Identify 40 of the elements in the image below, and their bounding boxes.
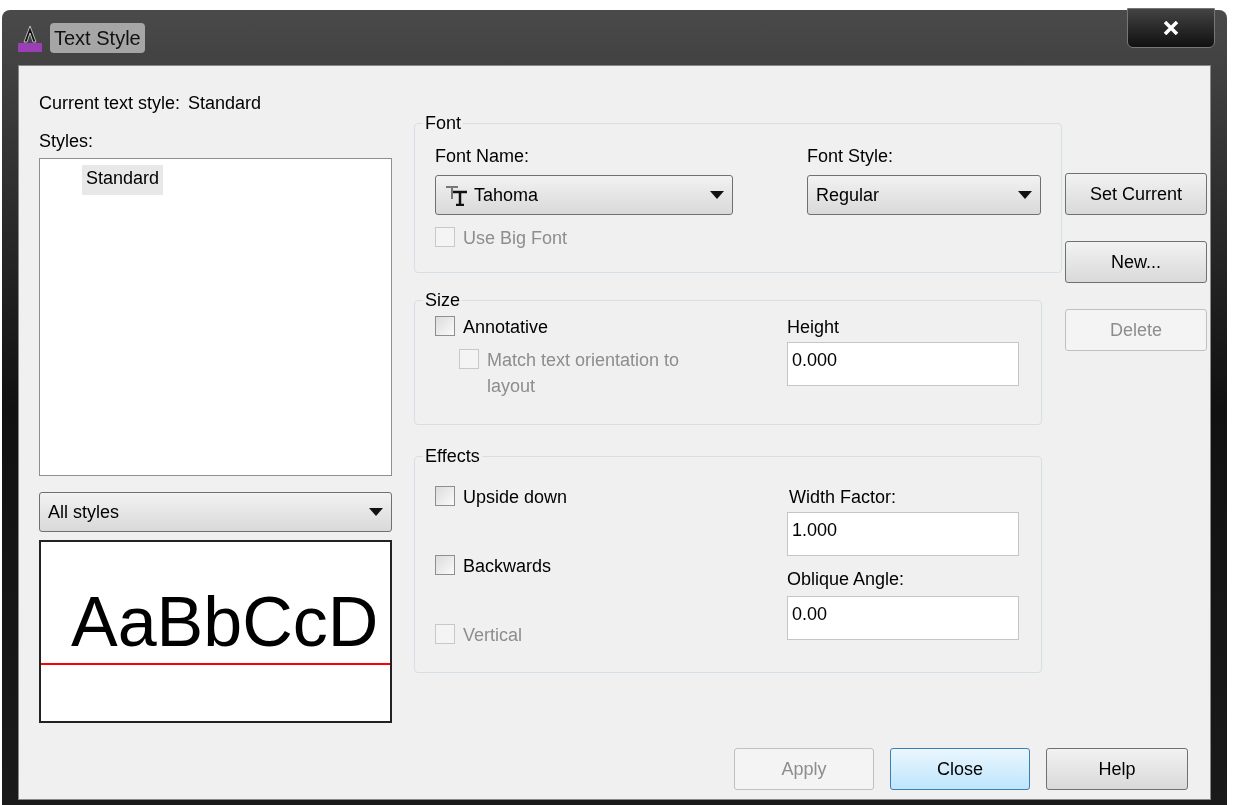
checkbox[interactable] (435, 555, 455, 575)
close-button[interactable] (1127, 8, 1215, 48)
field-label: Height (787, 316, 841, 339)
checkbox-label: Vertical (463, 624, 523, 647)
input-field[interactable]: 0.00 (787, 596, 1019, 640)
input-field[interactable]: 0.000 (787, 342, 1019, 386)
checkbox-label: Annotative (463, 316, 549, 339)
input-field[interactable]: 1.000 (787, 512, 1019, 556)
group-title: Effects (424, 445, 481, 468)
window-title: Text Style (50, 22, 145, 53)
checkbox-label: Match text orientation to layout (487, 349, 681, 398)
checkbox-label: Backwards (463, 555, 552, 578)
checkbox[interactable] (435, 486, 455, 506)
current-style-value: Standard (188, 92, 262, 115)
dialog-button[interactable]: Close (890, 748, 1030, 790)
group-title: Font (424, 112, 463, 135)
dropdown-arrow-icon (369, 508, 383, 516)
dropdown-arrow-icon (1018, 191, 1032, 199)
styles-label: Styles: (39, 130, 95, 153)
field-label: Font Style: (807, 145, 895, 168)
current-style-label: Current text style: (39, 92, 181, 115)
checkbox-label: Use Big Font (463, 227, 568, 250)
checkbox[interactable] (435, 316, 455, 336)
style-item[interactable]: Standard (82, 165, 164, 195)
dropdown-arrow-icon (710, 191, 724, 199)
dropdown[interactable]: Regular (807, 175, 1041, 215)
preview-sample-text: AaBbCcD (71, 582, 379, 662)
close-icon (1163, 21, 1179, 35)
checkbox-label: Upside down (463, 486, 568, 509)
dropdown[interactable]: All styles (39, 492, 392, 532)
font-type-icon (444, 184, 470, 206)
group-title: Size (424, 289, 461, 312)
app-icon (18, 23, 42, 52)
dialog-button[interactable]: Help (1046, 748, 1188, 790)
field-label: Width Factor: (789, 486, 898, 509)
dropdown[interactable]: Tahoma (435, 175, 733, 215)
field-label: Oblique Angle: (787, 568, 906, 591)
dialog-button[interactable]: New... (1065, 241, 1207, 283)
dialog-button[interactable]: Set Current (1065, 173, 1207, 215)
field-label: Font Name: (435, 145, 531, 168)
